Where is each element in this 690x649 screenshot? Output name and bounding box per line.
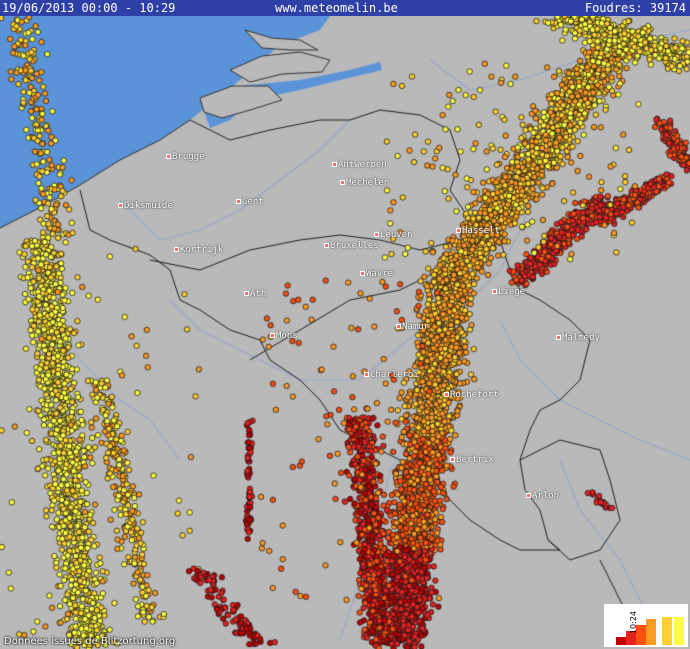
strike-count: Foudres: 39174 — [584, 1, 686, 15]
city-marker — [332, 162, 337, 167]
city-marker — [450, 457, 455, 462]
legend-bar-5 — [662, 617, 672, 645]
site-link[interactable]: www.meteomelin.be — [275, 0, 398, 16]
credit-text: Données issues de Blitzortung.org — [4, 636, 176, 647]
city-label: Wavre — [366, 269, 394, 279]
city-label: Brugge — [172, 152, 205, 162]
city-marker — [340, 180, 345, 185]
city-label: Gent — [242, 197, 264, 207]
city-label: Hasselt — [462, 226, 500, 236]
city-label: Arlon — [532, 491, 560, 501]
time-legend — [604, 604, 688, 647]
city-label: Antwerpen — [338, 160, 387, 170]
city-marker — [556, 335, 561, 340]
legend-bar-6 — [674, 617, 684, 645]
city-label: Bertrix — [456, 455, 494, 465]
city-marker — [118, 203, 123, 208]
city-marker — [244, 291, 249, 296]
city-marker — [396, 324, 401, 329]
city-marker — [236, 199, 241, 204]
city-label: Namur — [402, 322, 430, 332]
city-marker — [324, 243, 329, 248]
city-label: Malmedy — [562, 333, 600, 343]
city-label: Rochefort — [450, 390, 499, 400]
city-label: Leuven — [380, 230, 413, 240]
city-marker — [364, 372, 369, 377]
time-range: 19/06/2013 00:00 - 10:29 — [2, 1, 176, 15]
city-label: Bruxelles — [330, 241, 379, 251]
lightning-map-canvas — [0, 0, 690, 649]
lightning-map-view: 19/06/2013 00:00 - 10:29 www.meteomelin.… — [0, 0, 690, 649]
city-marker — [174, 247, 179, 252]
legend-bar-4 — [646, 619, 656, 645]
city-label: Mons — [276, 331, 298, 341]
city-label: Kortrijk — [180, 245, 224, 255]
city-label: Ath — [250, 289, 267, 299]
legend-bar-1 — [616, 637, 626, 645]
city-label: Charleroi — [370, 370, 419, 380]
city-label: Diksmuide — [124, 201, 173, 211]
city-marker — [360, 271, 365, 276]
city-label: Liege — [498, 287, 526, 297]
city-marker — [444, 392, 449, 397]
city-marker — [270, 333, 275, 338]
city-marker — [526, 493, 531, 498]
city-marker — [492, 289, 497, 294]
city-marker — [166, 154, 171, 159]
city-label: Mechelen — [346, 178, 390, 188]
header-bar: 19/06/2013 00:00 - 10:29 www.meteomelin.… — [0, 0, 690, 16]
legend-time-label: 10:24 — [629, 610, 639, 635]
city-marker — [374, 232, 379, 237]
city-marker — [456, 228, 461, 233]
